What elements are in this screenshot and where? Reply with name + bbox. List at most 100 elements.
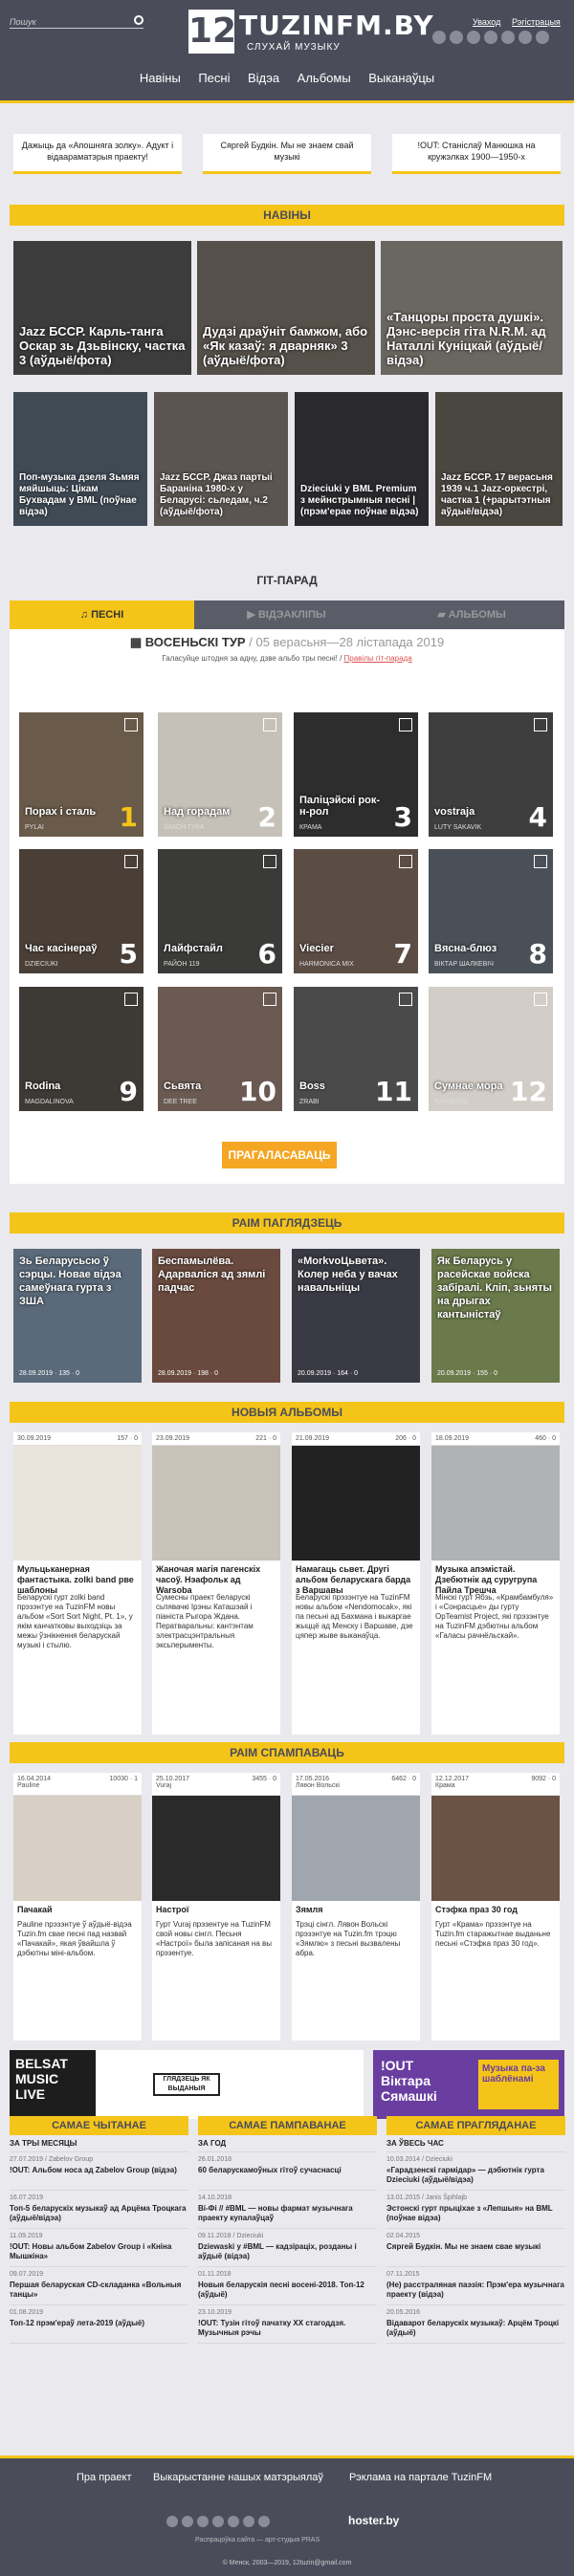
song-title[interactable]: Над горадам [164,806,250,818]
song-title[interactable]: Час касінераў [25,943,111,954]
item-title[interactable]: Сяргей Будкін. Мы не знаем свае музыкі [386,2242,565,2252]
nav-songs[interactable]: Песні [198,71,230,85]
song-title[interactable]: Лайфстайл [164,943,250,954]
rules-link[interactable]: Правілы гіт-парада [344,654,412,663]
list-item[interactable]: 23.10.2019 !OUT: Тузін гітоў пачатку XX с… [198,2305,377,2344]
vote-checkbox[interactable] [534,993,547,1006]
album-title[interactable]: Намагаць сьвет. Другі альбом беларускага… [296,1564,416,1596]
vote-checkbox[interactable] [534,718,547,731]
list-item[interactable]: 02.04.2015 Сяргей Будкін. Мы не знаем сва… [386,2229,565,2267]
list-item[interactable]: 01.11.2018 Новыя беларускія песні восені-… [198,2267,377,2305]
news-title[interactable]: Jazz БССР. 17 верасьня 1939 ч.1 Jazz-орк… [441,472,557,518]
vote-checkbox[interactable] [263,993,276,1006]
list-item[interactable]: 14.10.2018 Ві-Фі // #BML — новы фармат му… [198,2191,377,2229]
youtube-icon[interactable] [484,31,497,44]
song-title[interactable]: Boss [299,1081,386,1092]
vote-checkbox[interactable] [124,718,138,731]
download-title[interactable]: Пачакай [17,1905,138,1915]
item-title[interactable]: Эстонскі гурт прыціхае з «Лепшыя» на BML… [386,2204,565,2223]
news-title[interactable]: Jazz БССР. Джаз партыі Бараніна 1980-х у… [160,472,282,518]
footer-link-ads[interactable]: Рэклама на партале TuzinFM [349,2472,492,2483]
search-input[interactable]: Пошук [10,15,144,29]
album-card[interactable]: 21.09.2019 206 · 0 Намагаць сьвет. Другі а… [292,1432,420,1735]
chart-tile[interactable]: Boss ZRABI 11 [294,987,418,1111]
login-link[interactable]: Уваход [473,17,500,27]
video-title[interactable]: «MorkvoЦьвета». Колер неба у вачах навал… [298,1255,414,1295]
download-card[interactable]: 12.12.2017 Крама 9092 · 0 Стэфка праз 30 го… [431,1773,560,2041]
youtube-icon[interactable] [212,2516,224,2527]
list-item[interactable]: 07.11.2015 (Не) расстраляная паэзія: Прэм… [386,2267,565,2305]
song-title[interactable]: Rodina [25,1081,111,1092]
vote-checkbox[interactable] [124,855,138,868]
album-title[interactable]: Мульцьканерная фантастыка. zolki band рв… [17,1564,138,1596]
news-card[interactable]: Поп-музыка дзеля Зьмяя мяйшыць: Цікам Бу… [13,392,147,526]
highlight-link[interactable]: Дажыць да «Апошняга золку». Адукт і віда… [13,134,182,174]
artist-name[interactable]: DZIECIUKI [25,961,58,968]
register-link[interactable]: Рэгістрацыя [512,17,561,27]
artist-name[interactable]: PYLAI [25,824,44,831]
hoster-logo[interactable]: hoster.by [348,2514,399,2527]
item-title[interactable]: !OUT: Тузін гітоў пачатку XX стагоддзя. … [198,2319,377,2338]
chart-tile[interactable]: Сьвята DEE TREE 10 [158,987,282,1111]
video-title[interactable]: Як Беларусь у расейскае войска забіралі.… [437,1255,554,1321]
video-card[interactable]: «MorkvoЦьвета». Колер неба у вачах навал… [292,1249,420,1383]
download-card[interactable]: 25.10.2017 Vuraj 3455 · 0 Настрої Гурт Vuraj… [152,1773,280,2041]
album-cover[interactable] [152,1446,280,1561]
vk-icon[interactable] [166,2516,178,2527]
artist-name[interactable]: DEE TREE [164,1099,197,1105]
instagram-icon[interactable] [228,2516,239,2527]
news-title[interactable]: Jazz БССР. Карль-танга Оскар зь Дзьвінск… [19,324,186,367]
video-title[interactable]: Беспамылёва. Адарваліся ад зямлі падчас [158,1255,275,1295]
video-card[interactable]: Беспамылёва. Адарваліся ад зямлі падчас 2… [152,1249,280,1383]
artist-name[interactable]: РАЙОН 119 [164,961,200,968]
item-title[interactable]: (Не) расстраляная паэзія: Прэм'ера музыч… [386,2281,565,2300]
telegram-icon[interactable] [519,31,532,44]
album-title[interactable]: Музыка апэмістай. Дзебютнік ад суругрупа… [435,1564,556,1596]
list-item[interactable]: 13.01.2015 / Janis Špihlajb Эстонскі гурт… [386,2191,565,2229]
vote-checkbox[interactable] [399,993,412,1006]
facebook-icon[interactable] [450,31,463,44]
item-title[interactable]: Новыя беларускія песні восені-2018. Топ-… [198,2281,377,2300]
list-item[interactable]: 27.07.2019 / Zabelov Group !OUT: Альбом н… [10,2152,188,2191]
download-cover[interactable] [431,1796,560,1901]
list-item[interactable]: 01.08.2019 Топ-12 прэм'ераў лета-2019 (аў… [10,2305,188,2344]
news-card[interactable]: Jazz БССР. 17 верасьня 1939 ч.1 Jazz-орк… [435,392,563,526]
vote-checkbox[interactable] [399,718,412,731]
list-item[interactable]: 10.03.2014 / Dzieciuki «Гарадзенскі гармі… [386,2152,565,2191]
vote-checkbox[interactable] [124,993,138,1006]
list-item[interactable]: 09.11.2018 / Dzieciuki Dziewaskі у #BML —… [198,2229,377,2267]
footer-link-usage[interactable]: Выкарыстанне нашых матэрыялаў [153,2472,323,2483]
news-title[interactable]: Дудзі драўніт бамжом, або «Як казаў: я д… [203,324,369,367]
item-title[interactable]: «Гарадзенскі гармідар» — дэбютнік гурта … [386,2166,565,2185]
tab-videos[interactable]: ▶ ВІДЭАКЛІПЫ [194,600,379,629]
vote-button[interactable]: ПРАГАЛАСАВАЦЬ [222,1142,337,1168]
list-item[interactable]: 11.09.2019 !OUT: Новы альбом Zabelov Grou… [10,2229,188,2267]
download-artist[interactable]: Лявон Вольскі [296,1782,416,1789]
item-title[interactable]: Ві-Фі // #BML — новы фармат музычнага пр… [198,2204,377,2223]
item-title[interactable]: Топ-12 прэм'ераў лета-2019 (аўдыё) [10,2319,188,2328]
album-cover[interactable] [13,1446,142,1561]
tab-songs[interactable]: ♫ ПЕСНІ [10,600,194,629]
album-card[interactable]: 18.09.2019 460 · 0 Музыка апэмістай. Дзебю… [431,1432,560,1735]
chart-tile[interactable]: vostraja LUTY SAKAVIK 4 [429,712,553,837]
highlight-link[interactable]: !OUT: Станіслаў Манюшка на кружэлках 190… [392,134,561,174]
download-card[interactable]: 16.04.2014 Pauline 10030 · 1 Пачакай Pauline… [13,1773,142,2041]
item-title[interactable]: Відаварот беларускіх музыкаў: Арцём Троц… [386,2319,565,2338]
logo-number[interactable]: 12 [188,10,236,54]
chart-tile[interactable]: Rodina MAGDALINOVA 9 [19,987,144,1111]
instagram-icon[interactable] [501,31,515,44]
list-item[interactable]: 09.07.2019 Першая беларуская CD-складанка… [10,2267,188,2305]
song-title[interactable]: Вясна-блюз [434,943,520,954]
facebook-icon[interactable] [182,2516,193,2527]
download-cover[interactable] [292,1796,420,1901]
dev-credit[interactable]: Распрацоўка сайта — арт-студыя PRAS [195,2537,320,2543]
news-title[interactable]: Поп-музыка дзеля Зьмяя мяйшыць: Цікам Бу… [19,472,142,518]
album-card[interactable]: 30.09.2019 157 · 0 Мульцьканерная фантасты… [13,1432,142,1735]
chart-tile[interactable]: Порах і сталь PYLAI 1 [19,712,144,837]
download-cover[interactable] [13,1796,142,1901]
tab-albums[interactable]: ▰ АЛЬБОМЫ [379,600,564,629]
item-title[interactable]: !OUT: Альбом носа ад Zabelov Group (відэ… [10,2166,188,2175]
nav-news[interactable]: Навіны [140,71,181,85]
nav-albums[interactable]: Альбомы [298,71,351,85]
download-cover[interactable] [152,1796,280,1901]
